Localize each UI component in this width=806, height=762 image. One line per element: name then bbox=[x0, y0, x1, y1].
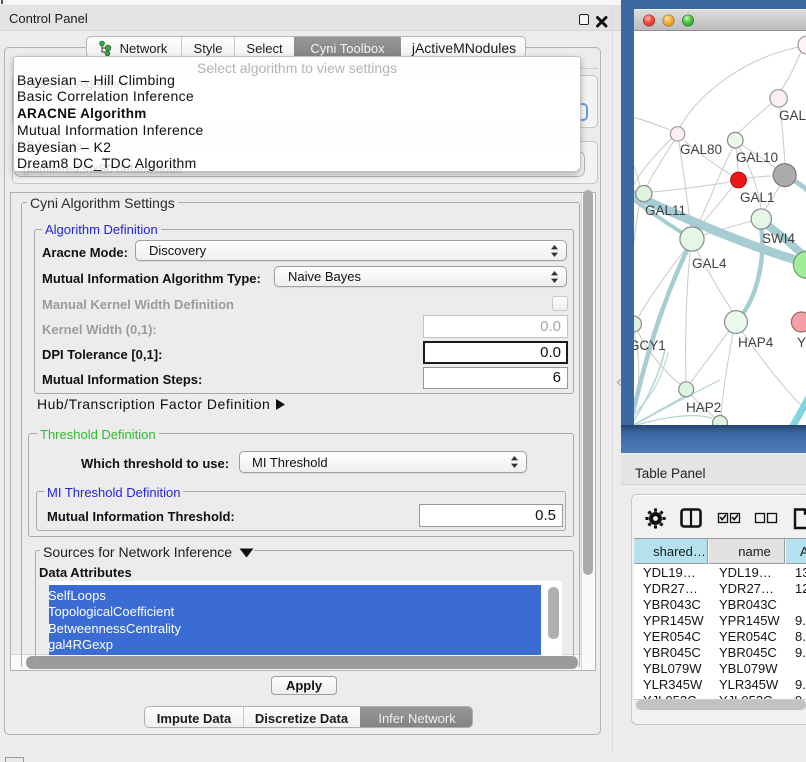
svg-text:GAL1: GAL1 bbox=[740, 190, 775, 205]
svg-text:SWI4: SWI4 bbox=[762, 231, 795, 246]
svg-text:HAP4: HAP4 bbox=[738, 335, 774, 350]
svg-text:YM: YM bbox=[797, 335, 806, 350]
svg-text:GAL4: GAL4 bbox=[692, 256, 727, 271]
svg-text:GAL80: GAL80 bbox=[680, 142, 722, 157]
svg-text:GAL10: GAL10 bbox=[736, 150, 778, 165]
svg-text:GAL7: GAL7 bbox=[779, 108, 806, 123]
svg-text:HAP2: HAP2 bbox=[686, 400, 721, 415]
svg-text:GAL11: GAL11 bbox=[645, 203, 686, 218]
svg-text:GCY1: GCY1 bbox=[634, 338, 666, 353]
